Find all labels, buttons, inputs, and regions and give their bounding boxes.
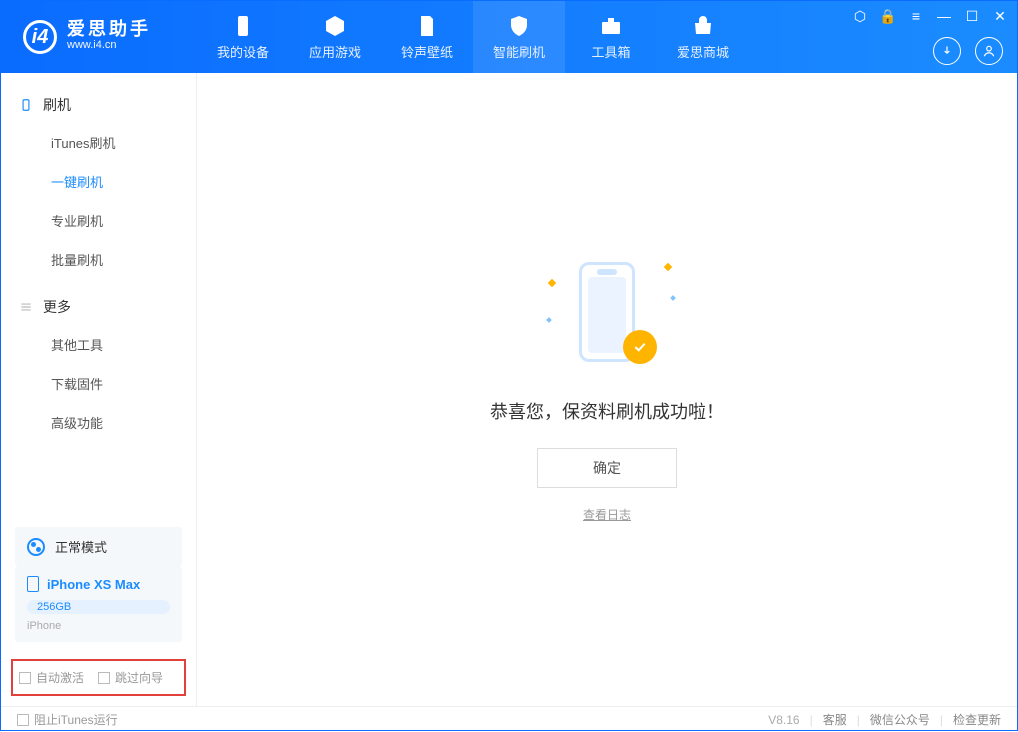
success-message: 恭喜您，保资料刷机成功啦！ — [490, 398, 724, 424]
sidebar: 刷机 iTunes刷机 一键刷机 专业刷机 批量刷机 更多 其他工具 下载固件 … — [1, 73, 197, 706]
support-link[interactable]: 客服 — [823, 711, 847, 728]
cube-icon — [323, 14, 347, 38]
tab-label: 应用游戏 — [309, 42, 361, 61]
mode-label: 正常模式 — [55, 537, 107, 556]
user-button[interactable] — [975, 37, 1003, 65]
app-subtitle: www.i4.cn — [67, 38, 151, 53]
toolbox-icon — [599, 14, 623, 38]
tab-smart-flash[interactable]: 智能刷机 — [473, 1, 565, 73]
tab-label: 工具箱 — [591, 42, 630, 61]
tab-apps-games[interactable]: 应用游戏 — [289, 1, 381, 73]
wechat-link[interactable]: 微信公众号 — [870, 711, 930, 728]
app-logo: i4 爱思助手 www.i4.cn — [1, 20, 197, 54]
checkbox-block-itunes[interactable]: 阻止iTunes运行 — [17, 711, 118, 728]
maximize-button[interactable]: ☐ — [963, 7, 981, 25]
device-name: iPhone XS Max — [47, 577, 140, 592]
logo-icon: i4 — [23, 20, 57, 54]
main-content: 恭喜您，保资料刷机成功啦！ 确定 查看日志 — [197, 73, 1017, 706]
ok-button[interactable]: 确定 — [537, 448, 677, 488]
app-title: 爱思助手 — [67, 20, 151, 38]
close-button[interactable]: ✕ — [991, 7, 1009, 25]
checkbox-auto-activate[interactable]: 自动激活 — [19, 669, 84, 686]
header-tabs: 我的设备 应用游戏 铃声壁纸 智能刷机 工具箱 爱思商城 — [197, 1, 749, 73]
footer: 阻止iTunes运行 V8.16 | 客服 | 微信公众号 | 检查更新 — [1, 706, 1017, 732]
device-phone-icon — [27, 576, 39, 592]
music-file-icon — [415, 14, 439, 38]
tab-toolbox[interactable]: 工具箱 — [565, 1, 657, 73]
checkmark-badge-icon — [623, 330, 657, 364]
version-label: V8.16 — [768, 713, 799, 727]
tab-label: 爱思商城 — [677, 42, 729, 61]
sidebar-item-advanced[interactable]: 高级功能 — [19, 403, 178, 442]
section-title: 更多 — [43, 297, 71, 317]
device-type: iPhone — [27, 620, 170, 632]
view-log-link[interactable]: 查看日志 — [583, 506, 631, 523]
sidebar-item-download-firmware[interactable]: 下载固件 — [19, 364, 178, 403]
tab-label: 我的设备 — [217, 42, 269, 61]
lock-icon[interactable]: 🔒 — [879, 7, 897, 25]
checkbox-label: 跳过向导 — [115, 669, 163, 686]
mode-icon — [27, 538, 45, 556]
checkbox-box — [17, 714, 29, 726]
header: i4 爱思助手 www.i4.cn 我的设备 应用游戏 铃声壁纸 智能刷机 工具… — [1, 1, 1017, 73]
sidebar-item-pro-flash[interactable]: 专业刷机 — [19, 201, 178, 240]
sidebar-section-more: 更多 — [19, 289, 178, 325]
checkbox-skip-guide[interactable]: 跳过向导 — [98, 669, 163, 686]
sidebar-item-oneclick-flash[interactable]: 一键刷机 — [19, 162, 178, 201]
window-controls: ⬡ 🔒 ≡ — ☐ ✕ — [851, 7, 1009, 25]
sidebar-item-batch-flash[interactable]: 批量刷机 — [19, 240, 178, 279]
tab-label: 铃声壁纸 — [401, 42, 453, 61]
shield-refresh-icon — [507, 14, 531, 38]
sidebar-item-itunes-flash[interactable]: iTunes刷机 — [19, 123, 178, 162]
sidebar-section-flash: 刷机 — [19, 87, 178, 123]
device-mode-panel[interactable]: 正常模式 — [15, 527, 182, 566]
options-highlight: 自动激活 跳过向导 — [11, 659, 186, 696]
check-update-link[interactable]: 检查更新 — [953, 711, 1001, 728]
tab-store[interactable]: 爱思商城 — [657, 1, 749, 73]
checkbox-box — [19, 672, 31, 684]
tab-label: 智能刷机 — [493, 42, 545, 61]
checkbox-box — [98, 672, 110, 684]
checkbox-label: 阻止iTunes运行 — [34, 711, 118, 728]
device-panel[interactable]: iPhone XS Max 256GB iPhone — [15, 566, 182, 642]
tab-ringtones-wallpapers[interactable]: 铃声壁纸 — [381, 1, 473, 73]
device-icon — [231, 14, 255, 38]
checkbox-label: 自动激活 — [36, 669, 84, 686]
store-icon — [691, 14, 715, 38]
shirt-icon[interactable]: ⬡ — [851, 7, 869, 25]
minimize-button[interactable]: — — [935, 7, 953, 25]
download-button[interactable] — [933, 37, 961, 65]
menu-icon[interactable]: ≡ — [907, 7, 925, 25]
phone-icon — [19, 98, 33, 112]
list-icon — [19, 300, 33, 314]
section-title: 刷机 — [43, 95, 71, 115]
device-storage: 256GB — [27, 600, 170, 614]
tab-my-device[interactable]: 我的设备 — [197, 1, 289, 73]
sidebar-item-other-tools[interactable]: 其他工具 — [19, 325, 178, 364]
success-illustration — [547, 256, 667, 376]
